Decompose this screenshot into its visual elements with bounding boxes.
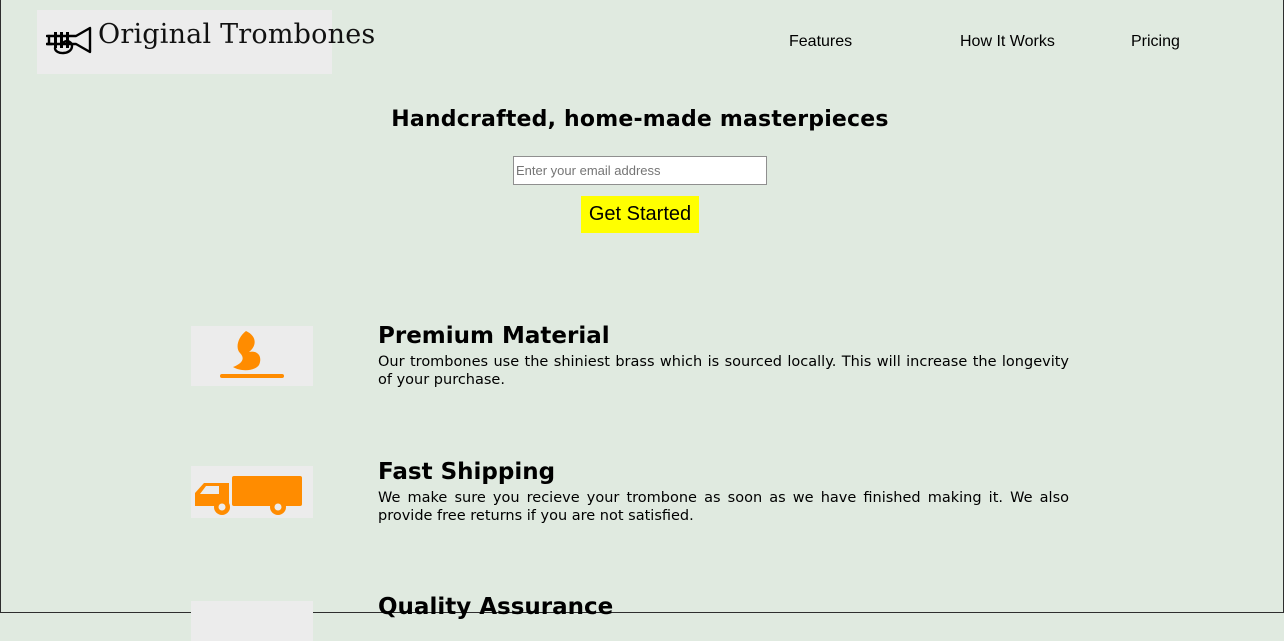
nav-link-how-it-works[interactable]: How It Works bbox=[960, 33, 1055, 51]
truck-icon bbox=[191, 466, 313, 518]
page-border-left bbox=[0, 0, 1, 613]
header-logo[interactable]: Original Trombones bbox=[37, 10, 375, 74]
feature-title: Quality Assurance bbox=[378, 594, 614, 620]
fire-icon bbox=[191, 326, 313, 386]
trumpet-icon bbox=[45, 26, 92, 56]
logo-text: Original Trombones bbox=[98, 19, 376, 50]
nav-link-features[interactable]: Features bbox=[789, 33, 852, 51]
feature-icon-box bbox=[191, 601, 313, 641]
get-started-button[interactable]: Get Started bbox=[581, 196, 699, 233]
feature-title: Premium Material bbox=[378, 323, 610, 349]
email-input[interactable] bbox=[513, 156, 767, 185]
feature-description: We make sure you recieve your trombone a… bbox=[378, 490, 1069, 524]
feature-icon-box bbox=[191, 466, 313, 518]
feature-title: Fast Shipping bbox=[378, 459, 556, 485]
feature-icon-box bbox=[191, 326, 313, 386]
hero-title: Handcrafted, home-made masterpieces bbox=[391, 107, 889, 132]
feature-description: Our trombones use the shiniest brass whi… bbox=[378, 354, 1069, 388]
nav-link-pricing[interactable]: Pricing bbox=[1131, 33, 1180, 51]
